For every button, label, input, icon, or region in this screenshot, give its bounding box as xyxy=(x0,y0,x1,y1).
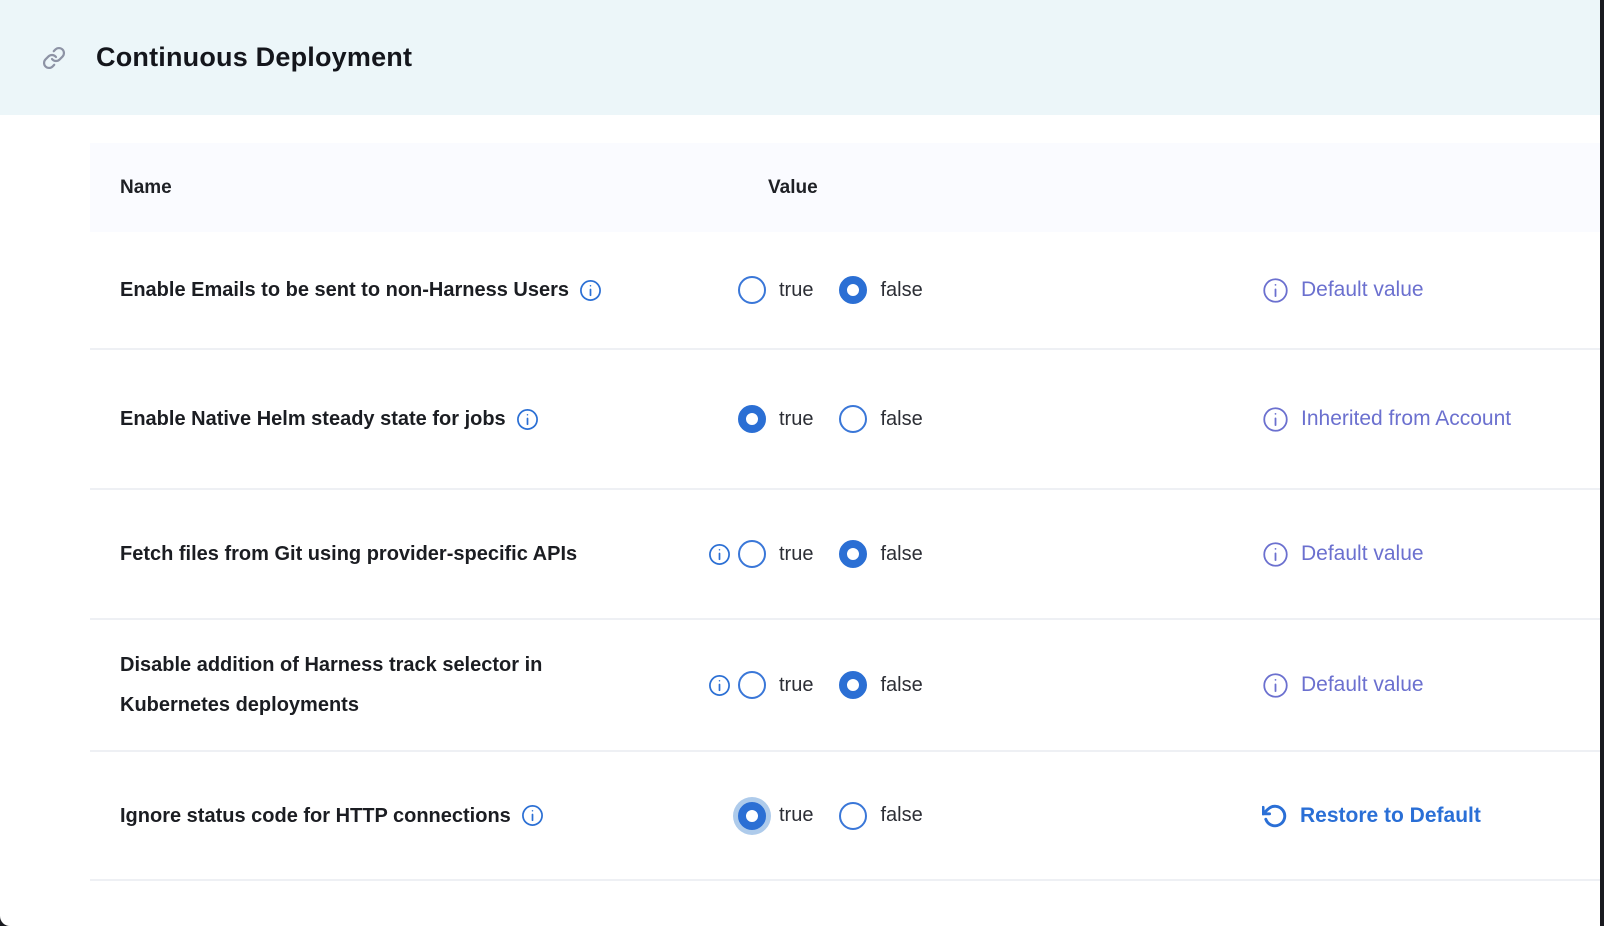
setting-status: Default value xyxy=(1262,273,1600,307)
setting-row-disable-track-selector: Disable addition of Harness track select… xyxy=(90,620,1600,752)
category-header: Continuous Deployment xyxy=(0,0,1600,115)
setting-name: Ignore status code for HTTP connections xyxy=(120,796,511,836)
column-header-value: Value xyxy=(738,177,1292,199)
radio-false[interactable] xyxy=(839,405,867,433)
setting-value-cell: true false xyxy=(708,405,1262,433)
setting-row-ignore-status-code: Ignore status code for HTTP connections … xyxy=(90,752,1600,881)
setting-status: Restore to Default xyxy=(1262,799,1600,833)
radio-true[interactable] xyxy=(738,276,766,304)
restore-icon[interactable] xyxy=(1262,803,1288,829)
radio-false-label[interactable]: false xyxy=(880,804,922,827)
info-icon[interactable] xyxy=(1262,406,1289,433)
info-icon[interactable] xyxy=(521,804,544,827)
radio-true[interactable] xyxy=(738,540,766,568)
radio-false-label[interactable]: false xyxy=(880,674,922,697)
settings-page: Continuous Deployment Name Value Enable … xyxy=(0,0,1600,926)
setting-status: Default value xyxy=(1262,668,1600,702)
info-icon[interactable] xyxy=(1262,541,1289,568)
radio-true-label[interactable]: true xyxy=(779,408,813,431)
setting-name: Enable Native Helm steady state for jobs xyxy=(120,399,506,439)
setting-row-fetch-files-git: Fetch files from Git using provider-spec… xyxy=(90,490,1600,620)
info-icon[interactable] xyxy=(516,408,539,431)
column-header-name: Name xyxy=(90,177,738,199)
setting-status: Default value xyxy=(1262,537,1600,571)
radio-true-label[interactable]: true xyxy=(779,804,813,827)
radio-false-label[interactable]: false xyxy=(880,543,922,566)
setting-row-native-helm: Enable Native Helm steady state for jobs… xyxy=(90,350,1600,490)
status-label: Default value xyxy=(1301,537,1424,571)
radio-true-label[interactable]: true xyxy=(779,279,813,302)
status-label: Default value xyxy=(1301,668,1424,702)
setting-name: Enable Emails to be sent to non-Harness … xyxy=(120,270,569,310)
setting-name-cell: Disable addition of Harness track select… xyxy=(90,645,708,725)
page-title: Continuous Deployment xyxy=(96,42,412,73)
radio-false[interactable] xyxy=(839,276,867,304)
status-label: Default value xyxy=(1301,273,1424,307)
status-label: Inherited from Account xyxy=(1301,402,1511,436)
setting-value-cell: true false xyxy=(708,276,1262,304)
link-icon[interactable] xyxy=(42,46,66,70)
radio-true-label[interactable]: true xyxy=(779,543,813,566)
restore-to-default-link[interactable]: Restore to Default xyxy=(1300,799,1481,833)
settings-table: Name Value Enable Emails to be sent to n… xyxy=(90,143,1600,881)
setting-value-cell: true false xyxy=(708,540,1262,568)
setting-name-cell: Enable Native Helm steady state for jobs xyxy=(90,399,708,439)
setting-name-cell: Fetch files from Git using provider-spec… xyxy=(90,534,708,574)
info-icon[interactable] xyxy=(708,674,738,697)
info-icon[interactable] xyxy=(579,279,602,302)
setting-name-cell: Enable Emails to be sent to non-Harness … xyxy=(90,270,708,310)
radio-false[interactable] xyxy=(839,671,867,699)
radio-true-label[interactable]: true xyxy=(779,674,813,697)
info-icon[interactable] xyxy=(1262,672,1289,699)
info-icon[interactable] xyxy=(1262,277,1289,304)
radio-false-label[interactable]: false xyxy=(880,279,922,302)
radio-true[interactable] xyxy=(738,802,766,830)
radio-true[interactable] xyxy=(738,671,766,699)
table-header: Name Value xyxy=(90,143,1600,232)
radio-false[interactable] xyxy=(839,802,867,830)
setting-value-cell: true false xyxy=(708,802,1262,830)
setting-name: Fetch files from Git using provider-spec… xyxy=(120,534,577,574)
setting-name-cell: Ignore status code for HTTP connections xyxy=(90,796,708,836)
setting-row-enable-emails: Enable Emails to be sent to non-Harness … xyxy=(90,232,1600,350)
setting-value-cell: true false xyxy=(708,671,1262,699)
info-icon[interactable] xyxy=(708,543,738,566)
setting-status: Inherited from Account xyxy=(1262,402,1600,436)
setting-name: Disable addition of Harness track select… xyxy=(120,645,620,725)
radio-false-label[interactable]: false xyxy=(880,408,922,431)
radio-false[interactable] xyxy=(839,540,867,568)
radio-true[interactable] xyxy=(738,405,766,433)
